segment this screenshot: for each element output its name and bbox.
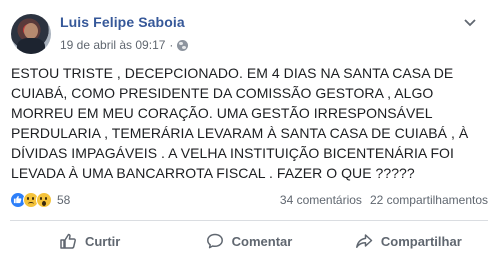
thumbs-up-icon (60, 233, 76, 249)
post-text-line: DÍVIDAS IMPAGÁVEIS . A VELHA INSTITUIÇÃO… (11, 145, 454, 161)
post-text-line: MORREU EM MEU CORAÇÃO. UMA GESTÃO IRRESP… (11, 105, 433, 121)
share-button[interactable]: Compartilhar (329, 224, 488, 258)
reactions-summary[interactable]: 58 (10, 192, 70, 208)
post-options-button[interactable] (458, 14, 482, 32)
comments-count-link[interactable]: 34 comentários (280, 193, 362, 207)
post-text-line: PERDULARIA , TEMERÁRIA LEVARAM À SANTA C… (11, 125, 469, 141)
bullet-separator: · (169, 38, 174, 52)
avatar[interactable] (11, 14, 51, 54)
like-button[interactable]: Curtir (10, 224, 169, 258)
post-text: ESTOU TRISTE , DECEPCIONADO. EM 4 DIAS N… (11, 63, 491, 183)
post-stats: 58 34 comentários 22 compartilhamentos (10, 190, 488, 210)
globe-icon[interactable] (177, 39, 189, 51)
share-button-label: Compartilhar (380, 233, 462, 249)
like-button-label: Curtir (84, 233, 121, 249)
post-text-line: CUIABÁ, COMO PRESIDENTE DA COMISSÃO GEST… (11, 85, 434, 101)
comment-bubble-icon (206, 233, 223, 249)
avatar-face (24, 23, 38, 39)
reactions-count: 58 (57, 193, 71, 207)
post-actions-bar: Curtir Comentar Compartilhar (10, 224, 488, 258)
wow-reaction-icon (36, 192, 52, 208)
comment-button-label: Comentar (231, 233, 293, 249)
post-text-line: ESTOU TRISTE , DECEPCIONADO. EM 4 DIAS N… (11, 65, 454, 81)
divider (10, 220, 488, 221)
chevron-down-icon (464, 19, 476, 27)
avatar-body (17, 38, 45, 54)
post-timestamp[interactable]: 19 de abril às 09:17 (60, 38, 165, 52)
comment-button[interactable]: Comentar (169, 224, 328, 258)
facebook-post: Luis Felipe Saboia 19 de abril às 09:17 … (0, 0, 498, 264)
post-text-line: LEVADA À UMA BANCARROTA FISCAL . FAZER O… (11, 165, 415, 181)
share-arrow-icon (355, 234, 373, 248)
author-name[interactable]: Luis Felipe Saboia (60, 14, 185, 30)
shares-count-link[interactable]: 22 compartilhamentos (370, 193, 488, 207)
post-meta: 19 de abril às 09:17 · (60, 38, 189, 52)
